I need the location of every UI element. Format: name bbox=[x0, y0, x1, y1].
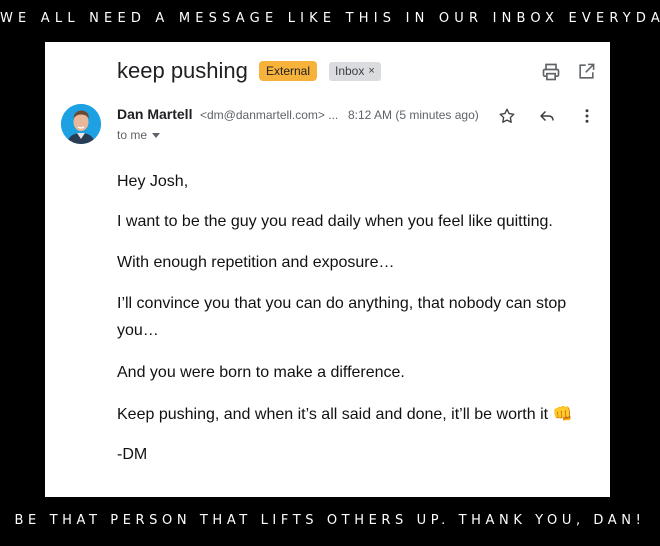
chevron-down-icon bbox=[152, 132, 161, 138]
more-options-icon[interactable] bbox=[578, 107, 596, 125]
top-banner-text: WE ALL NEED A MESSAGE LIKE THIS IN OUR I… bbox=[0, 11, 660, 26]
sender-name[interactable]: Dan Martell bbox=[117, 106, 192, 122]
recipients-text: to me bbox=[117, 128, 148, 142]
email-subject: keep pushing bbox=[117, 58, 248, 83]
email-timestamp: 8:12 AM (5 minutes ago) bbox=[348, 108, 479, 122]
external-label-chip: External bbox=[259, 61, 318, 81]
bottom-banner-text: BE THAT PERSON THAT LIFTS OTHERS UP. THA… bbox=[14, 513, 646, 528]
email-body-line: With enough repetition and exposure… bbox=[117, 254, 395, 271]
inbox-label-chip[interactable]: Inbox × bbox=[329, 62, 381, 81]
email-card: keep pushing External Inbox × Dan Martel… bbox=[45, 42, 610, 497]
sender-avatar[interactable] bbox=[61, 104, 101, 144]
email-body-line: I want to be the guy you read daily when… bbox=[117, 213, 553, 230]
inbox-label-text: Inbox bbox=[335, 64, 365, 78]
sender-email: <dm@danmartell.com> ... bbox=[200, 108, 339, 122]
remove-label-icon[interactable]: × bbox=[368, 62, 374, 81]
star-icon[interactable] bbox=[498, 107, 516, 125]
recipients-dropdown[interactable]: to me bbox=[117, 128, 161, 142]
avatar-portrait bbox=[61, 104, 101, 144]
email-body-line: And you were born to make a difference. bbox=[117, 364, 405, 381]
open-in-new-window-icon[interactable] bbox=[577, 62, 596, 81]
print-icon[interactable] bbox=[541, 62, 561, 82]
reply-icon[interactable] bbox=[538, 107, 556, 125]
email-body-line: I’ll convince you that you can do anythi… bbox=[117, 295, 567, 312]
email-body-line: you… bbox=[117, 322, 159, 339]
email-body-line: Hey Josh, bbox=[117, 173, 189, 190]
email-body-line: Keep pushing, and when it’s all said and… bbox=[117, 406, 573, 423]
email-signature: -DM bbox=[117, 446, 148, 463]
